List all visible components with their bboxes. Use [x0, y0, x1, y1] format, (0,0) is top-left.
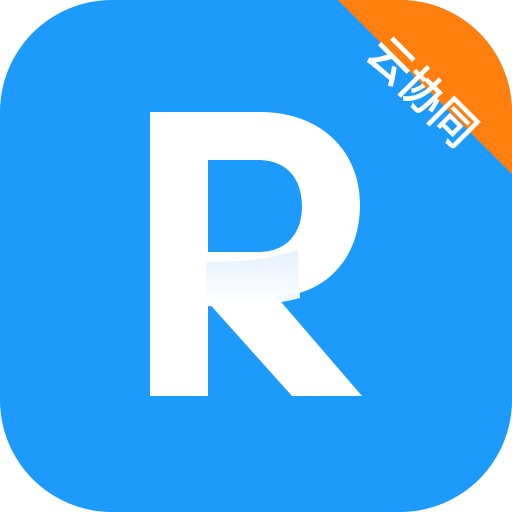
app-icon-graphic: 云协同: [0, 0, 512, 512]
app-icon[interactable]: 云协同: [0, 0, 512, 512]
